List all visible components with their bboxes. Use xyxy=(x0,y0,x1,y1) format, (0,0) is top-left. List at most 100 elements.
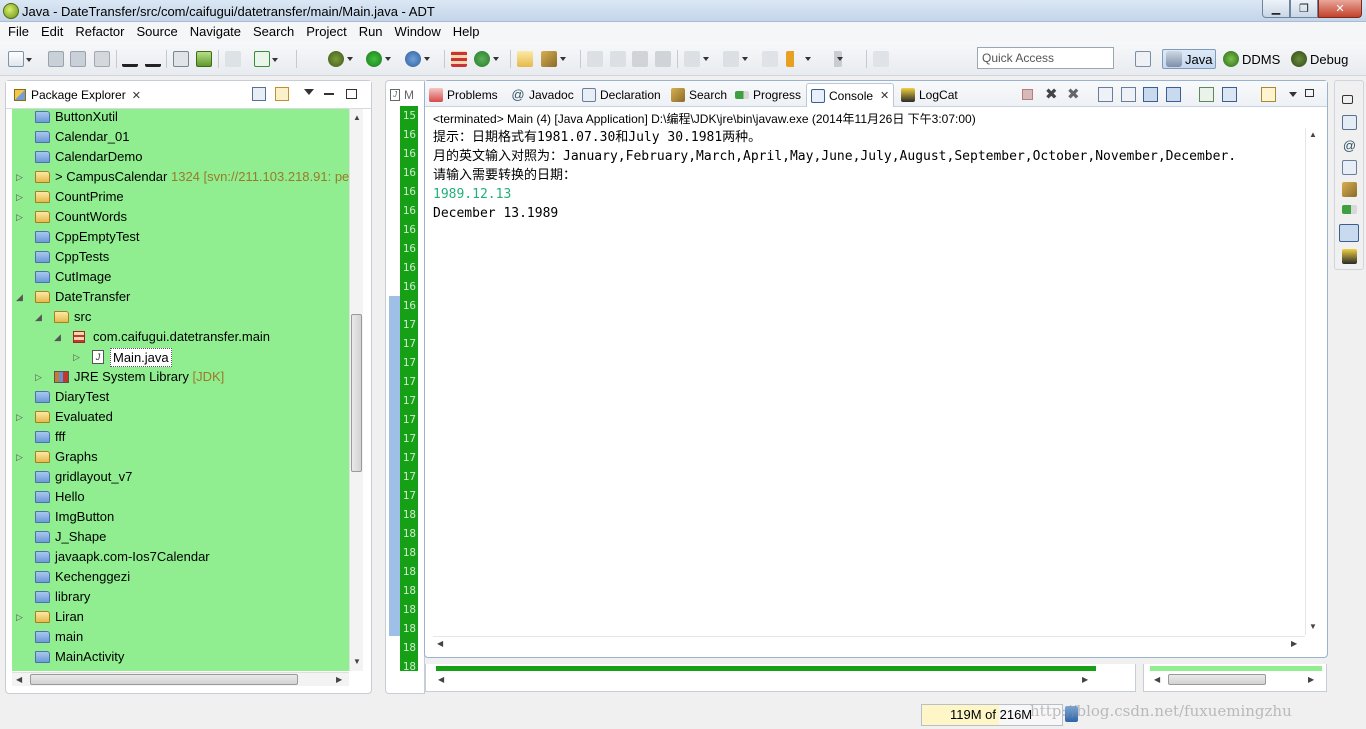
checkbox-icon[interactable] xyxy=(254,51,278,67)
progress-view-icon[interactable] xyxy=(1342,205,1357,214)
tree-item[interactable]: library xyxy=(12,587,349,607)
pin-icon[interactable] xyxy=(610,51,626,67)
tab-declaration[interactable]: Declaration xyxy=(582,85,661,105)
menu-help[interactable]: Help xyxy=(447,22,486,42)
logcat-view-icon[interactable] xyxy=(1342,249,1357,264)
view-menu-icon[interactable] xyxy=(1289,92,1297,97)
scroll-left-arrow[interactable]: ◀ xyxy=(438,675,444,684)
back-icon[interactable] xyxy=(786,51,811,67)
link-with-editor-icon[interactable] xyxy=(275,87,289,101)
perspective-debug[interactable]: Debug xyxy=(1291,49,1348,69)
last-edit-icon[interactable] xyxy=(762,51,778,67)
maximize-view-icon[interactable] xyxy=(346,89,357,99)
menu-navigate[interactable]: Navigate xyxy=(184,22,247,42)
perspective-ddms[interactable]: DDMS xyxy=(1223,49,1280,69)
clear-console-icon[interactable] xyxy=(1098,87,1113,102)
scroll-left-arrow[interactable]: ◀ xyxy=(16,675,22,684)
tree-horizontal-scrollbar[interactable]: ◀ ▶ xyxy=(12,672,349,686)
scroll-right-arrow[interactable]: ▶ xyxy=(1082,675,1088,684)
lint-icon[interactable] xyxy=(225,51,241,67)
collapsed-arrow-icon[interactable]: ▷ xyxy=(35,367,42,387)
tree-item[interactable]: ▷ J Main.java xyxy=(12,347,349,367)
tree-item[interactable]: ▷ Evaluated xyxy=(12,407,349,427)
scroll-right-arrow[interactable]: ▶ xyxy=(1308,675,1314,684)
maximize-button[interactable]: ❐ xyxy=(1290,0,1318,18)
minimize-button[interactable]: ▁ xyxy=(1262,0,1290,18)
tree-item[interactable]: ◢ src xyxy=(12,307,349,327)
run-icon[interactable] xyxy=(366,51,391,67)
collapsed-arrow-icon[interactable]: ▷ xyxy=(73,347,80,367)
tab-progress[interactable]: Progress xyxy=(735,85,801,105)
save-all-icon[interactable] xyxy=(70,51,86,67)
declaration-view-icon[interactable] xyxy=(1342,160,1357,175)
scroll-up-arrow[interactable]: ▲ xyxy=(353,113,361,122)
menu-run[interactable]: Run xyxy=(353,22,389,42)
menu-project[interactable]: Project xyxy=(300,22,352,42)
tree-item[interactable]: CalendarDemo xyxy=(12,147,349,167)
collapsed-arrow-icon[interactable]: ▷ xyxy=(16,607,23,627)
tab-logcat[interactable]: LogCat xyxy=(901,85,958,105)
tree-item[interactable]: CppEmptyTest xyxy=(12,227,349,247)
tree-item[interactable]: ▷ CountWords xyxy=(12,207,349,227)
print-icon[interactable] xyxy=(94,51,110,67)
tree-hscroll-thumb[interactable] xyxy=(30,674,298,685)
quick-access-input[interactable]: Quick Access xyxy=(977,47,1114,69)
tree-item[interactable]: CutImage xyxy=(12,267,349,287)
tree-item[interactable]: javaapk.com-Ios7Calendar xyxy=(12,547,349,567)
console-output[interactable]: 提示：日期格式有1981.07.30和July 30.1981两种。 月的英文输入… xyxy=(433,128,1236,223)
outline-view-icon[interactable] xyxy=(1342,115,1357,130)
editor-horizontal-scrollbar[interactable]: ◀ ▶ xyxy=(434,673,1094,687)
avd-manager-icon[interactable] xyxy=(196,51,212,67)
menu-refactor[interactable]: Refactor xyxy=(69,22,130,42)
tree-vertical-scrollbar[interactable]: ▲ ▼ xyxy=(349,109,363,671)
tree-item[interactable]: fff xyxy=(12,427,349,447)
show-whitespace-icon[interactable] xyxy=(655,51,671,67)
remove-all-launches-icon[interactable]: ✖ xyxy=(1067,87,1082,102)
search-tool-icon[interactable] xyxy=(541,51,566,67)
pin-console-icon[interactable] xyxy=(1199,87,1214,102)
tree-item[interactable]: ▷ CountPrime xyxy=(12,187,349,207)
editor-tab-main-java[interactable]: J M xyxy=(390,85,422,105)
console-view-icon[interactable] xyxy=(1339,224,1359,242)
open-console-icon[interactable] xyxy=(1261,87,1276,102)
tree-item[interactable]: ◢ com.caifugui.datetransfer.main xyxy=(12,327,349,347)
expanded-arrow-icon[interactable]: ◢ xyxy=(16,287,23,307)
debug-icon[interactable] xyxy=(328,51,353,67)
tree-item[interactable]: DiaryTest xyxy=(12,387,349,407)
tree-item[interactable]: J_Shape xyxy=(12,527,349,547)
close-icon[interactable]: ✕ xyxy=(880,89,889,102)
restore-view-icon[interactable] xyxy=(1305,89,1314,97)
tab-javadoc[interactable]: @ Javadoc xyxy=(511,85,573,105)
scroll-left-arrow[interactable]: ◀ xyxy=(437,639,443,648)
collapse-all-icon[interactable] xyxy=(252,87,266,101)
terminate-icon[interactable] xyxy=(1022,89,1033,100)
scroll-right-arrow[interactable]: ▶ xyxy=(336,675,342,684)
menu-search[interactable]: Search xyxy=(247,22,300,42)
tab-search[interactable]: Search xyxy=(671,85,727,105)
menu-edit[interactable]: Edit xyxy=(35,22,69,42)
sdk-manager-icon[interactable] xyxy=(173,51,189,67)
tree-item[interactable]: ▷ Graphs xyxy=(12,447,349,467)
package-explorer-tab[interactable]: Package Explorer ✕ xyxy=(10,84,145,106)
tree-item[interactable]: Kechenggezi xyxy=(12,567,349,587)
upload-icon[interactable] xyxy=(122,51,138,67)
tree-item[interactable]: CppTests xyxy=(12,247,349,267)
outline-hscroll-thumb[interactable] xyxy=(1168,674,1266,685)
console-horizontal-scrollbar[interactable]: ◀ ▶ xyxy=(433,636,1305,650)
console-vertical-scrollbar[interactable]: ▲ ▼ xyxy=(1305,128,1319,635)
prev-edit-icon[interactable] xyxy=(723,51,748,67)
tree-item[interactable]: MainActivity xyxy=(12,647,349,667)
menu-window[interactable]: Window xyxy=(389,22,447,42)
collapsed-arrow-icon[interactable]: ▷ xyxy=(16,187,23,207)
view-menu-icon[interactable] xyxy=(304,89,314,95)
close-window-button[interactable]: ✕ xyxy=(1318,0,1362,18)
tree-item[interactable]: ▷ > CampusCalendar 1324 [svn://211.103.21… xyxy=(12,167,349,187)
scroll-lock-icon[interactable] xyxy=(1121,87,1136,102)
menu-source[interactable]: Source xyxy=(131,22,184,42)
toggle-mark-icon[interactable] xyxy=(632,51,648,67)
scroll-down-arrow[interactable]: ▼ xyxy=(353,657,361,666)
next-edit-icon[interactable] xyxy=(684,51,709,67)
save-icon[interactable] xyxy=(48,51,64,67)
download-icon[interactable] xyxy=(145,51,161,67)
new-package-icon[interactable] xyxy=(451,51,467,67)
